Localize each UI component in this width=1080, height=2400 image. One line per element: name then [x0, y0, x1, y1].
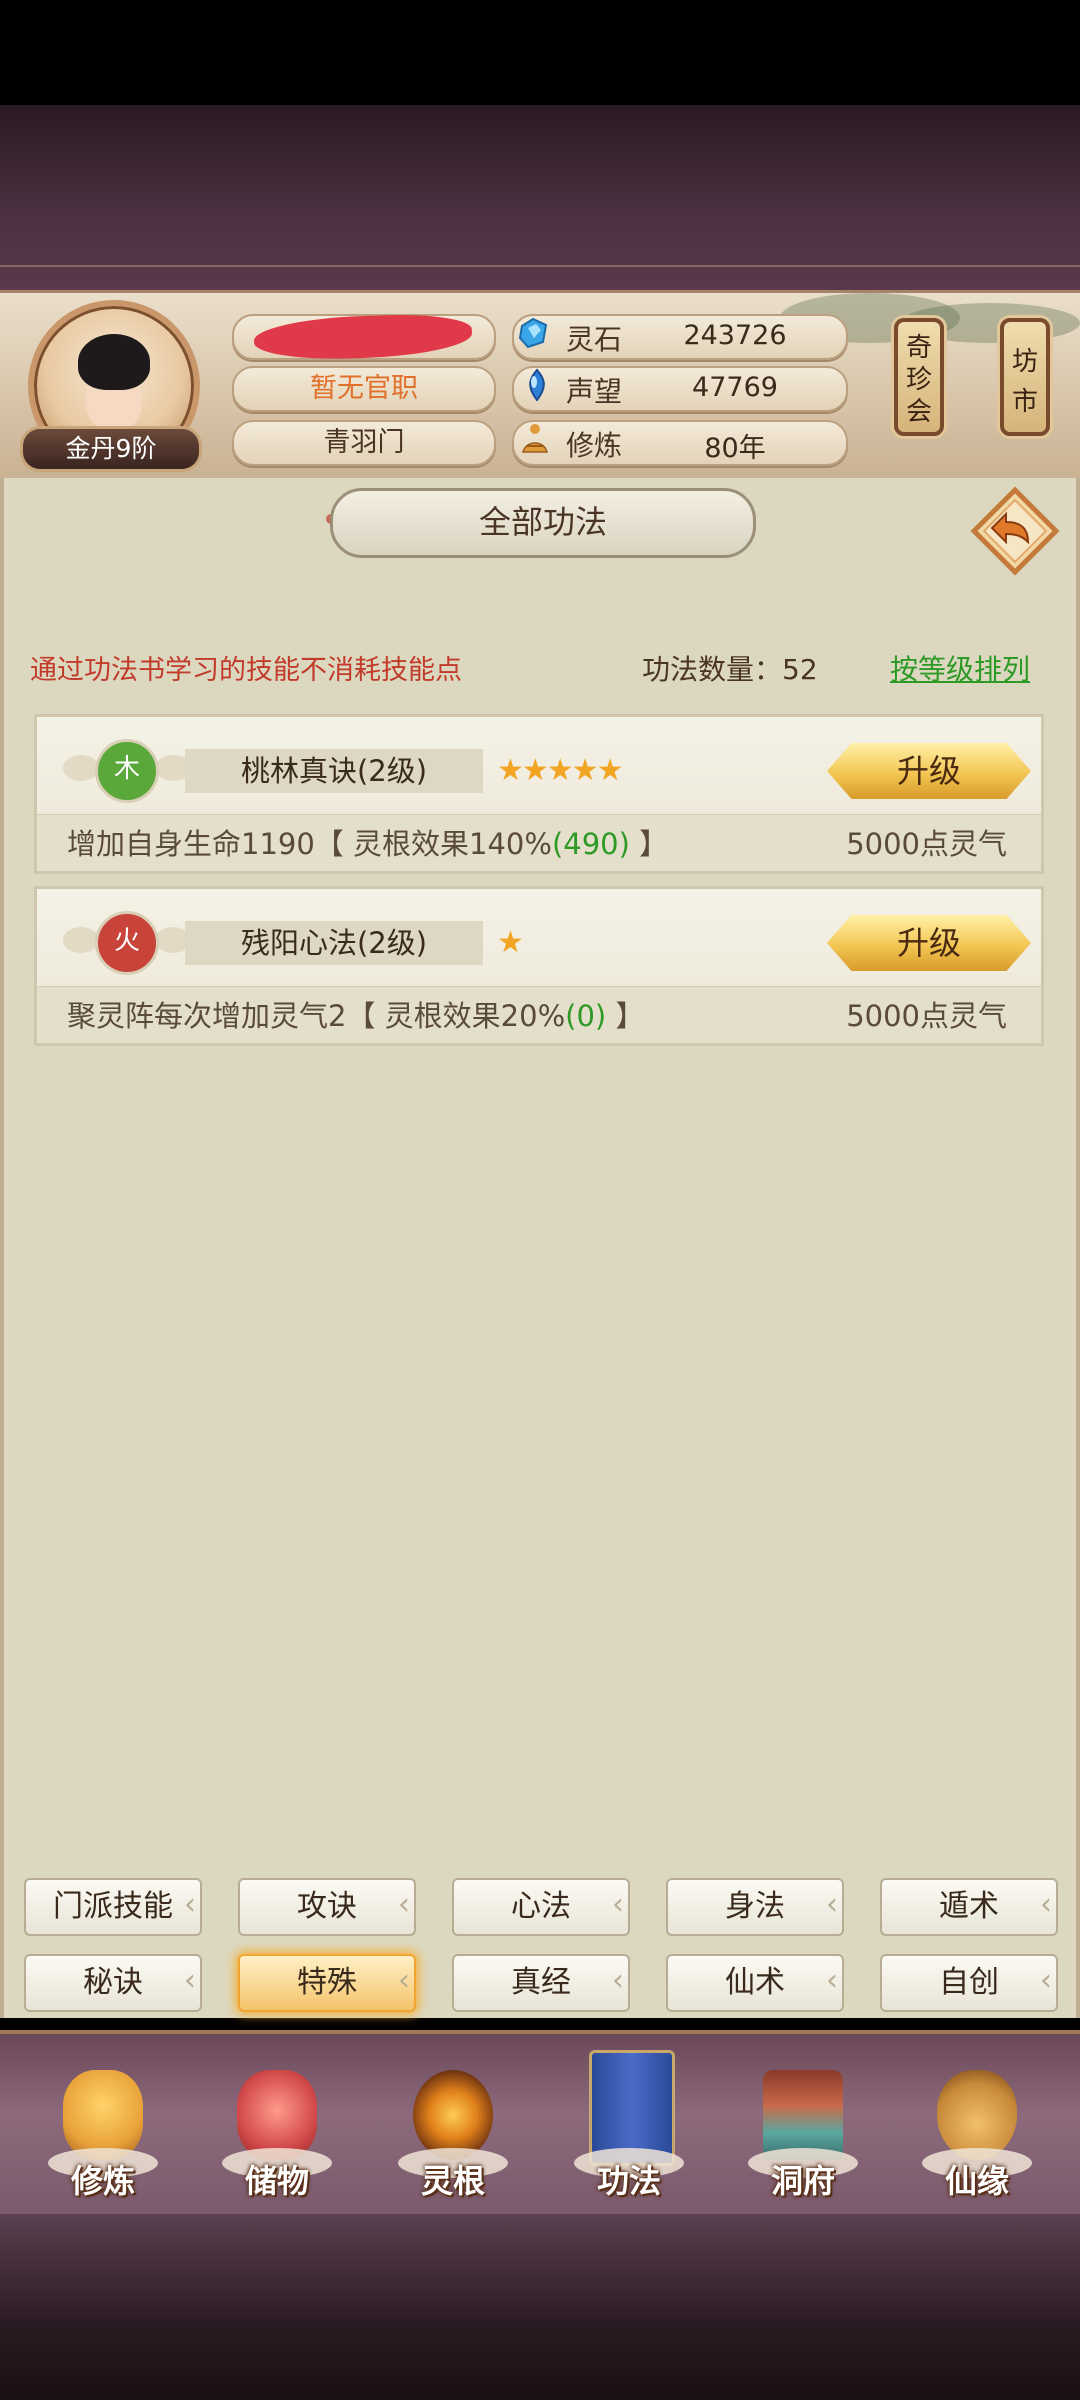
- tab-immortal-art[interactable]: 仙术: [666, 1954, 844, 2012]
- wood-element-icon: 木: [95, 739, 159, 803]
- effect-bonus: (490): [551, 827, 630, 861]
- cultivation-value: 80年: [704, 433, 766, 464]
- effect-close: 】: [606, 999, 645, 1033]
- fire-element-icon: 火: [95, 911, 159, 975]
- nav-label: 修炼: [70, 2162, 135, 2200]
- nav-cultivate[interactable]: 修炼: [28, 2060, 178, 2210]
- tab-escape[interactable]: 遁术: [880, 1878, 1058, 1936]
- nav-storage[interactable]: 储物: [202, 2060, 352, 2210]
- tab-self-created[interactable]: 自创: [880, 1954, 1058, 2012]
- effect-bonus: (0): [565, 999, 607, 1033]
- cultivation-icon: [522, 424, 548, 453]
- skills-panel: [0, 478, 1080, 2018]
- rank-badge: 金丹9阶: [20, 426, 202, 472]
- spirit-stone-value: 243726: [683, 320, 787, 351]
- nav-label: 灵根: [420, 2162, 485, 2200]
- effect-text: 聚灵阵每次增加灵气2【 灵根效果20%: [67, 999, 566, 1033]
- nav-label: 洞府: [770, 2162, 835, 2200]
- sort-by-level-link[interactable]: 按等级排列: [890, 648, 1030, 688]
- nav-spirit-root[interactable]: 灵根: [378, 2060, 528, 2210]
- sect-name: 青羽门: [232, 420, 496, 466]
- cultivation-label: 修炼: [566, 429, 623, 462]
- skill-card[interactable]: 木 桃林真诀(2级) ★★★★★ 升级 增加自身生命1190【 灵根效果140%…: [34, 714, 1044, 874]
- prestige-icon: [529, 368, 545, 402]
- upgrade-button[interactable]: 升级: [827, 743, 1031, 799]
- nav-fate[interactable]: 仙缘: [902, 2060, 1052, 2210]
- skill-cost: 5000点灵气: [846, 999, 1007, 1033]
- top-decor-band: [0, 105, 1080, 295]
- effect-close: 】: [629, 827, 669, 861]
- tab-scripture[interactable]: 真经: [452, 1954, 630, 2012]
- upgrade-button[interactable]: 升级: [827, 915, 1031, 971]
- spirit-stone-icon: [518, 317, 548, 349]
- tab-attack[interactable]: 攻诀: [238, 1878, 416, 1936]
- spirit-root-icon: [413, 2070, 493, 2160]
- skill-cost: 5000点灵气: [846, 827, 1007, 861]
- badge-wing: [63, 927, 99, 953]
- cultivate-icon: [63, 2070, 143, 2160]
- skill-card[interactable]: 火 残阳心法(2级) ★ 升级 聚灵阵每次增加灵气2【 灵根效果20%(0) 】…: [34, 886, 1044, 1046]
- market-label: 坊市: [1011, 347, 1038, 417]
- skill-count: 功法数量：52: [642, 653, 818, 686]
- storage-bag-icon: [237, 2070, 317, 2160]
- star-rating: ★★★★★: [497, 753, 623, 788]
- effect-text: 增加自身生命1190【 灵根效果140%: [67, 827, 552, 861]
- panel-title: 全部功法: [330, 488, 756, 558]
- badge-wing: [63, 755, 99, 781]
- skill-effect: 聚灵阵每次增加灵气2【 灵根效果20%(0) 】: [67, 993, 644, 1035]
- hint-text: 通过功法书学习的技能不消耗技能点: [30, 655, 462, 686]
- treasure-fair-label: 奇珍会: [905, 333, 932, 427]
- prestige-value: 47769: [692, 372, 778, 403]
- skill-name: 残阳心法(2级): [185, 921, 483, 965]
- nav-label: 功法: [596, 2162, 661, 2200]
- skill-effect: 增加自身生命1190【 灵根效果140%(490) 】: [67, 821, 668, 863]
- star-rating: ★: [497, 925, 524, 960]
- tab-special[interactable]: 特殊: [238, 1954, 416, 2012]
- prestige-label: 声望: [566, 375, 623, 408]
- treasure-fair-button[interactable]: 奇珍会: [894, 318, 944, 436]
- skill-name: 桃林真诀(2级): [185, 749, 483, 793]
- back-arrow-icon[interactable]: [970, 486, 1060, 576]
- spirit-stone-label: 灵石: [566, 323, 623, 356]
- official-title: 暂无官职: [232, 366, 496, 412]
- tab-mind[interactable]: 心法: [452, 1878, 630, 1936]
- nav-label: 储物: [244, 2162, 309, 2200]
- tab-secret[interactable]: 秘诀: [24, 1954, 202, 2012]
- tab-movement[interactable]: 身法: [666, 1878, 844, 1936]
- bottom-decor-band: [0, 2214, 1080, 2400]
- tab-sect-skills[interactable]: 门派技能: [24, 1878, 202, 1936]
- gourd-icon: [937, 2070, 1017, 2160]
- nav-cave-house[interactable]: 洞府: [728, 2060, 878, 2210]
- nav-skills[interactable]: 功法: [554, 2040, 704, 2200]
- avatar-hair: [78, 334, 150, 390]
- cave-house-icon: [763, 2070, 843, 2160]
- nav-label: 仙缘: [944, 2162, 1009, 2200]
- market-button[interactable]: 坊市: [1000, 318, 1050, 436]
